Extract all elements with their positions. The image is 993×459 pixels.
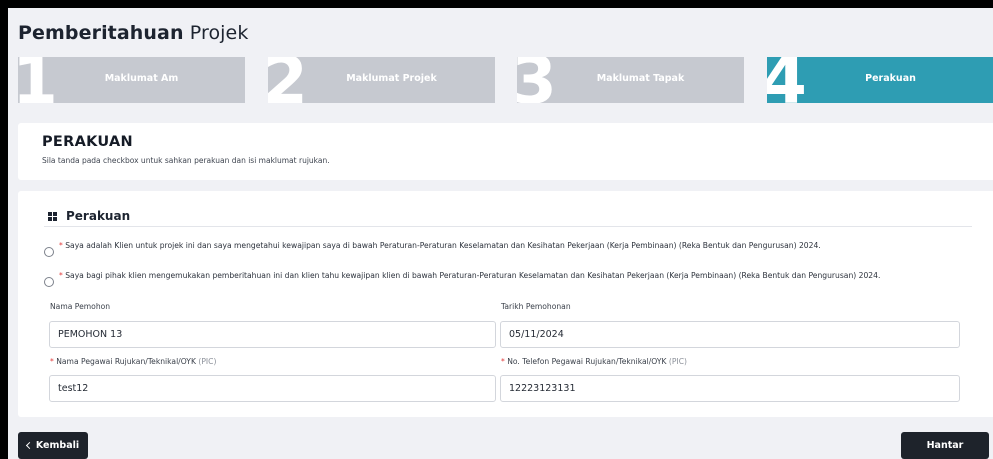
section-header: Perakuan <box>48 208 130 224</box>
submit-button-label: Hantar <box>926 440 964 451</box>
declaration-1: * Saya adalah Klien untuk projek ini dan… <box>44 241 960 257</box>
label-suffix: (PIC) <box>668 357 687 366</box>
chevron-left-icon <box>25 441 33 450</box>
page-frame: Pemberitahuan Projek 1 Maklumat Am 2 Mak… <box>8 8 993 459</box>
no-telefon-field[interactable]: 12223123131 <box>500 375 960 402</box>
step-1[interactable]: 1 Maklumat Am <box>18 57 245 103</box>
step-label: Perakuan <box>865 73 916 84</box>
declaration-radio-1[interactable] <box>44 247 54 257</box>
tarikh-pemohonan-label: Tarikh Pemohonan <box>501 302 571 311</box>
declaration-text: * Saya bagi pihak klien mengemukakan pem… <box>59 271 880 280</box>
no-telefon-label: * No. Telefon Pegawai Rujukan/Teknikal/O… <box>501 357 687 366</box>
required-mark: * <box>501 357 505 366</box>
label-text: Nama Pegawai Rujukan/Teknikal/OYK <box>56 357 196 366</box>
declaration-label: Saya bagi pihak klien mengemukakan pembe… <box>65 271 881 280</box>
grid-icon <box>48 211 57 221</box>
step-4[interactable]: 4 Perakuan <box>767 57 993 103</box>
back-button[interactable]: Kembali <box>18 432 88 459</box>
label-suffix: (PIC) <box>198 357 217 366</box>
page-title: Pemberitahuan Projek <box>18 22 248 44</box>
tarikh-pemohonan-field[interactable]: 05/11/2024 <box>500 321 960 348</box>
page-title-bold: Pemberitahuan <box>18 22 184 44</box>
header-card: PERAKUAN Sila tanda pada checkbox untuk … <box>18 123 993 180</box>
declaration-radio-2[interactable] <box>44 277 54 287</box>
required-mark: * <box>59 241 63 250</box>
step-label: Maklumat Projek <box>346 73 437 84</box>
nama-pegawai-field[interactable]: test12 <box>49 375 496 402</box>
nama-pemohon-field[interactable]: PEMOHON 13 <box>49 321 496 348</box>
required-mark: * <box>59 271 63 280</box>
section-title: Perakuan <box>66 209 131 223</box>
section-subtitle: Sila tanda pada checkbox untuk sahkan pe… <box>42 156 330 165</box>
declaration-2: * Saya bagi pihak klien mengemukakan pem… <box>44 271 960 287</box>
back-button-label: Kembali <box>35 440 80 451</box>
stepper: 1 Maklumat Am 2 Maklumat Projek 3 Maklum… <box>18 57 993 103</box>
step-label: Maklumat Am <box>104 73 179 84</box>
form-card: Perakuan * Saya adalah Klien untuk proje… <box>18 191 993 417</box>
required-mark: * <box>50 357 54 366</box>
submit-button[interactable]: Hantar <box>901 432 989 459</box>
step-3[interactable]: 3 Maklumat Tapak <box>517 57 744 103</box>
nama-pemohon-label: Nama Pemohon <box>50 302 111 311</box>
declaration-text: * Saya adalah Klien untuk projek ini dan… <box>59 241 821 250</box>
declaration-label: Saya adalah Klien untuk projek ini dan s… <box>65 241 821 250</box>
page-title-light: Projek <box>189 22 249 44</box>
step-label: Maklumat Tapak <box>596 73 685 84</box>
divider <box>44 226 972 227</box>
section-heading: PERAKUAN <box>42 134 133 150</box>
step-2[interactable]: 2 Maklumat Projek <box>268 57 495 103</box>
nama-pegawai-label: * Nama Pegawai Rujukan/Teknikal/OYK (PIC… <box>50 357 216 366</box>
label-text: No. Telefon Pegawai Rujukan/Teknikal/OYK <box>507 357 667 366</box>
